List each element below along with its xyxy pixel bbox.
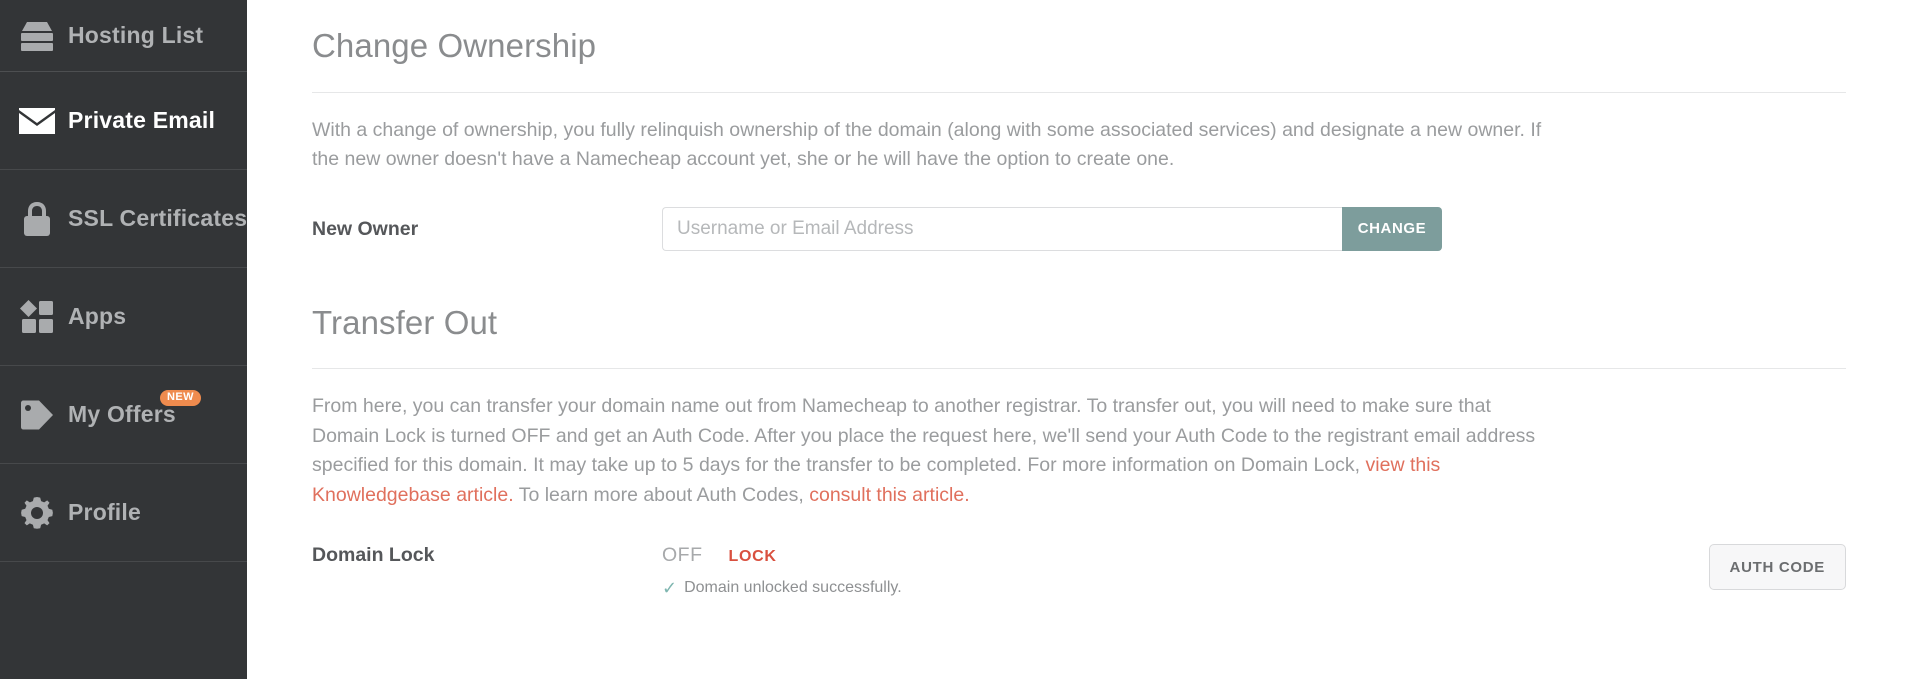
domain-lock-status-value: OFF — [662, 544, 703, 567]
domain-lock-row: Domain Lock OFF LOCK ✓ Domain unlocked s… — [312, 544, 1846, 597]
apps-grid-icon — [6, 299, 68, 334]
sidebar-filler — [0, 562, 247, 679]
sidebar-item-profile[interactable]: Profile — [0, 464, 247, 562]
domain-lock-success-text: Domain unlocked successfully. — [684, 579, 902, 597]
server-rack-icon — [6, 20, 68, 52]
sidebar-item-private-email[interactable]: Private Email — [0, 72, 247, 170]
new-owner-input-group: CHANGE — [662, 206, 1442, 251]
domain-lock-success-message: ✓ Domain unlocked successfully. — [662, 579, 1709, 597]
sidebar-item-label: Private Email — [68, 107, 216, 133]
domain-lock-state: OFF LOCK ✓ Domain unlocked successfully. — [662, 544, 1709, 597]
transfer-out-title: Transfer Out — [312, 303, 498, 341]
main-content: Change Ownership With a change of owners… — [247, 0, 1920, 679]
sidebar-item-label: Hosting List — [68, 22, 204, 48]
new-owner-label: New Owner — [312, 217, 419, 240]
sidebar-badge-new: NEW — [160, 390, 201, 406]
check-icon: ✓ — [662, 578, 678, 599]
transfer-out-description: From here, you can transfer your domain … — [312, 392, 1542, 510]
sidebar-item-label: My Offers — [68, 401, 176, 427]
sidebar-item-label: Apps — [68, 303, 127, 329]
change-ownership-title: Change Ownership — [312, 27, 597, 64]
divider — [312, 91, 1846, 93]
domain-lock-state-line: OFF LOCK — [662, 544, 1709, 567]
price-tag-icon — [6, 399, 68, 431]
auth-code-button[interactable]: AUTH CODE — [1708, 544, 1846, 591]
sidebar-item-label: Profile — [68, 499, 141, 525]
domain-lock-label: Domain Lock — [312, 544, 435, 567]
content-wrapper: Change Ownership With a change of owners… — [247, 0, 1920, 597]
sidebar-item-my-offers[interactable]: NEW My Offers — [0, 366, 247, 464]
change-ownership-description: With a change of ownership, you fully re… — [312, 118, 1542, 171]
sidebar-item-hosting-list[interactable]: Hosting List — [0, 0, 247, 72]
sidebar-item-ssl-certificates[interactable]: SSL Certificates — [0, 170, 247, 268]
new-owner-field-row: New Owner CHANGE — [312, 206, 1846, 251]
gear-icon — [6, 495, 68, 531]
divider — [312, 368, 1846, 370]
envelope-icon — [6, 107, 68, 135]
padlock-icon — [6, 201, 68, 237]
new-owner-input[interactable] — [662, 206, 1342, 251]
sidebar-item-apps[interactable]: Apps — [0, 268, 247, 366]
page-root: Hosting List Private Email SSL Certifica… — [0, 0, 1920, 679]
sidebar-item-label: SSL Certificates — [68, 205, 248, 231]
change-button[interactable]: CHANGE — [1342, 206, 1442, 251]
auth-codes-article-link[interactable]: consult this article. — [809, 484, 969, 506]
lock-domain-link[interactable]: LOCK — [729, 548, 777, 566]
transfer-out-text-part2: To learn more about Auth Codes, — [513, 483, 810, 506]
transfer-out-text-part1: From here, you can transfer your domain … — [312, 395, 1536, 477]
sidebar: Hosting List Private Email SSL Certifica… — [0, 0, 247, 679]
